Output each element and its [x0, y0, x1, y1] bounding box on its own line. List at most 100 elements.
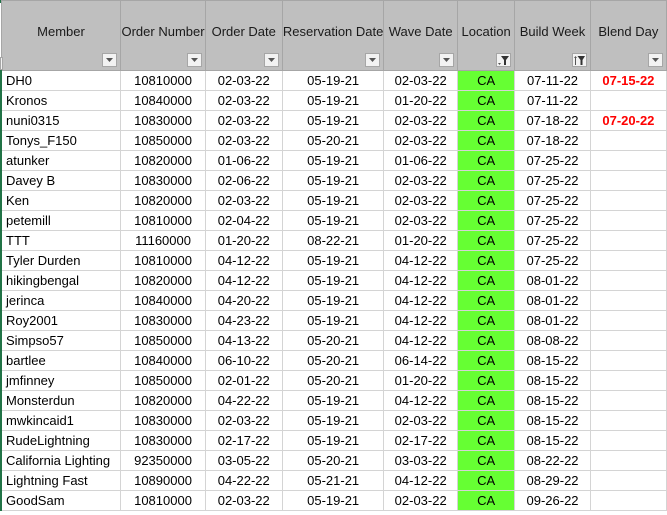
order-date-cell[interactable]: 02-04-22	[204, 210, 283, 231]
member-cell[interactable]: mwkincaid1	[0, 410, 122, 431]
reservation-date-cell[interactable]: 05-19-21	[281, 210, 385, 231]
member-cell[interactable]: hikingbengal	[0, 270, 122, 291]
reservation-date-cell[interactable]: 05-19-21	[281, 430, 385, 451]
build-week-cell[interactable]: 08-15-22	[514, 410, 591, 431]
order-date-cell[interactable]: 04-13-22	[204, 330, 283, 351]
order-number-cell[interactable]: 10820000	[120, 270, 206, 291]
filter-dropdown-button[interactable]	[102, 53, 118, 67]
location-cell[interactable]: CA	[456, 410, 516, 431]
location-cell[interactable]: CA	[456, 230, 516, 251]
build-week-cell[interactable]: 07-18-22	[514, 110, 591, 131]
location-cell[interactable]: CA	[456, 450, 516, 471]
member-cell[interactable]: Kronos	[0, 90, 122, 111]
wave-date-cell[interactable]: 02-03-22	[383, 130, 458, 151]
reservation-date-cell[interactable]: 05-20-21	[281, 450, 385, 471]
location-cell[interactable]: CA	[456, 490, 516, 511]
order-number-cell[interactable]: 10810000	[120, 70, 206, 91]
order-date-cell[interactable]: 02-03-22	[204, 490, 283, 511]
order-date-cell[interactable]: 02-01-22	[204, 370, 283, 391]
blend-day-cell[interactable]	[589, 390, 667, 411]
location-cell[interactable]: CA	[456, 130, 516, 151]
wave-date-cell[interactable]: 02-03-22	[383, 190, 458, 211]
wave-date-cell[interactable]: 06-14-22	[383, 350, 458, 371]
location-cell[interactable]: CA	[456, 310, 516, 331]
build-week-cell[interactable]: 08-15-22	[514, 430, 591, 451]
order-date-cell[interactable]: 03-05-22	[204, 450, 283, 471]
member-cell[interactable]: Simpso57	[0, 330, 122, 351]
member-cell[interactable]: RudeLightning	[0, 430, 122, 451]
order-number-cell[interactable]: 92350000	[120, 450, 206, 471]
blend-day-cell[interactable]	[589, 190, 667, 211]
blend-day-cell[interactable]	[589, 410, 667, 431]
reservation-date-cell[interactable]: 05-20-21	[281, 330, 385, 351]
blend-day-cell[interactable]	[589, 350, 667, 371]
blend-day-cell[interactable]	[589, 210, 667, 231]
wave-date-cell[interactable]: 04-12-22	[383, 470, 458, 491]
reservation-date-cell[interactable]: 08-22-21	[281, 230, 385, 251]
member-cell[interactable]: Lightning Fast	[0, 470, 122, 491]
member-cell[interactable]: Monsterdun	[0, 390, 122, 411]
order-date-cell[interactable]: 02-06-22	[204, 170, 283, 191]
blend-day-cell[interactable]	[589, 130, 667, 151]
reservation-date-cell[interactable]: 05-20-21	[281, 350, 385, 371]
column-header-order-date[interactable]: Order Date	[204, 0, 283, 71]
reservation-date-cell[interactable]: 05-19-21	[281, 110, 385, 131]
order-number-cell[interactable]: 10890000	[120, 470, 206, 491]
location-cell[interactable]: CA	[456, 70, 516, 91]
member-cell[interactable]: Tonys_F150	[0, 130, 122, 151]
order-date-cell[interactable]: 04-20-22	[204, 290, 283, 311]
order-date-cell[interactable]: 01-06-22	[204, 150, 283, 171]
order-number-cell[interactable]: 10850000	[120, 370, 206, 391]
location-cell[interactable]: CA	[456, 390, 516, 411]
reservation-date-cell[interactable]: 05-19-21	[281, 270, 385, 291]
reservation-date-cell[interactable]: 05-20-21	[281, 130, 385, 151]
location-cell[interactable]: CA	[456, 350, 516, 371]
blend-day-cell[interactable]	[589, 470, 667, 491]
order-number-cell[interactable]: 11160000	[120, 230, 206, 251]
build-week-cell[interactable]: 08-08-22	[514, 330, 591, 351]
order-date-cell[interactable]: 02-03-22	[204, 70, 283, 91]
order-number-cell[interactable]: 10820000	[120, 190, 206, 211]
order-date-cell[interactable]: 02-03-22	[204, 190, 283, 211]
column-header-build-week[interactable]: Build Week	[514, 0, 591, 71]
member-cell[interactable]: California Lighting	[0, 450, 122, 471]
column-header-location[interactable]: Location	[456, 0, 516, 71]
reservation-date-cell[interactable]: 05-19-21	[281, 70, 385, 91]
build-week-cell[interactable]: 08-22-22	[514, 450, 591, 471]
order-date-cell[interactable]: 02-17-22	[204, 430, 283, 451]
location-cell[interactable]: CA	[456, 90, 516, 111]
reservation-date-cell[interactable]: 05-19-21	[281, 170, 385, 191]
reservation-date-cell[interactable]: 05-19-21	[281, 310, 385, 331]
location-cell[interactable]: CA	[456, 430, 516, 451]
blend-day-cell[interactable]: 07-20-22	[589, 110, 667, 131]
location-cell[interactable]: CA	[456, 290, 516, 311]
build-week-cell[interactable]: 07-11-22	[514, 70, 591, 91]
filter-applied-button[interactable]	[496, 53, 512, 67]
wave-date-cell[interactable]: 02-03-22	[383, 110, 458, 131]
order-date-cell[interactable]: 01-20-22	[204, 230, 283, 251]
blend-day-cell[interactable]	[589, 250, 667, 271]
location-cell[interactable]: CA	[456, 170, 516, 191]
location-cell[interactable]: CA	[456, 110, 516, 131]
wave-date-cell[interactable]: 02-03-22	[383, 170, 458, 191]
column-header-order-number[interactable]: Order Number	[120, 0, 206, 71]
order-date-cell[interactable]: 04-22-22	[204, 470, 283, 491]
member-cell[interactable]: Davey B	[0, 170, 122, 191]
order-date-cell[interactable]: 02-03-22	[204, 410, 283, 431]
wave-date-cell[interactable]: 01-20-22	[383, 230, 458, 251]
wave-date-cell[interactable]: 03-03-22	[383, 450, 458, 471]
build-week-cell[interactable]: 07-25-22	[514, 150, 591, 171]
member-cell[interactable]: Ken	[0, 190, 122, 211]
blend-day-cell[interactable]	[589, 230, 667, 251]
order-number-cell[interactable]: 10830000	[120, 410, 206, 431]
wave-date-cell[interactable]: 04-12-22	[383, 390, 458, 411]
order-date-cell[interactable]: 02-03-22	[204, 90, 283, 111]
member-cell[interactable]: GoodSam	[0, 490, 122, 511]
member-cell[interactable]: jerinca	[0, 290, 122, 311]
reservation-date-cell[interactable]: 05-19-21	[281, 490, 385, 511]
order-number-cell[interactable]: 10810000	[120, 210, 206, 231]
location-cell[interactable]: CA	[456, 250, 516, 271]
location-cell[interactable]: CA	[456, 270, 516, 291]
row-resize-handle[interactable]	[0, 57, 3, 70]
wave-date-cell[interactable]: 04-12-22	[383, 330, 458, 351]
